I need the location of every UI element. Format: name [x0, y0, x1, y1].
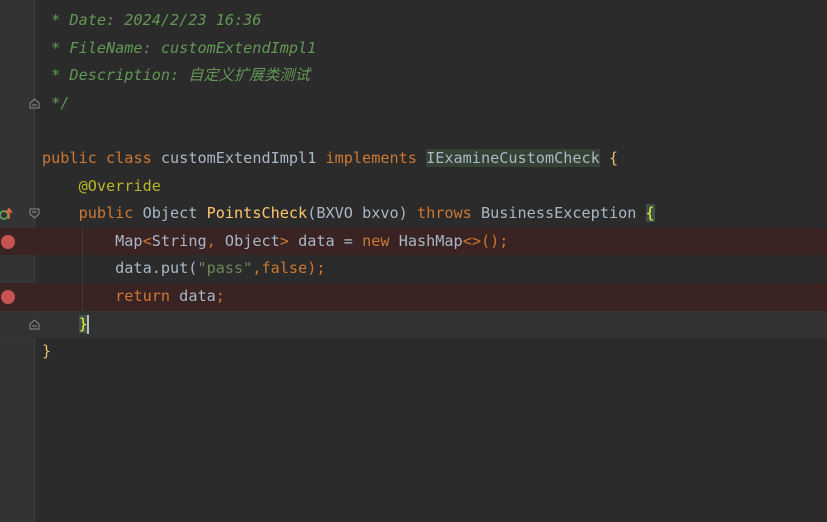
code-text[interactable]: Map<String, Object> data = new HashMap<>… — [42, 228, 508, 256]
code-token: "pass" — [197, 259, 253, 278]
code-token: * FileName: customExtendImpl1 — [42, 38, 317, 57]
breakpoint-icon[interactable] — [1, 234, 15, 249]
code-text[interactable]: @Override — [42, 173, 161, 201]
code-token: Object — [142, 204, 207, 223]
code-line[interactable]: Map<String, Object> data = new HashMap<>… — [0, 227, 827, 256]
code-token: * Date: 2024/2/23 16:36 — [42, 11, 262, 29]
code-text[interactable]: * Description: 自定义扩展类测试 — [42, 62, 310, 90]
code-token: IExamineCustomCheck — [426, 148, 600, 167]
code-token: implements — [325, 148, 427, 167]
code-token: String — [151, 231, 207, 250]
code-text[interactable]: return data; — [42, 283, 225, 311]
code-token: data — [179, 286, 216, 305]
fold-icon[interactable] — [29, 208, 40, 219]
code-token: BusinessException — [480, 204, 646, 223]
text-cursor — [86, 314, 89, 334]
code-text[interactable]: public class customExtendImpl1 implement… — [42, 145, 618, 173]
code-line[interactable]: * Date: 2024/2/23 16:36 — [0, 7, 827, 35]
code-token: HashMap — [398, 231, 463, 250]
code-line[interactable]: public class customExtendImpl1 implement… — [0, 145, 827, 173]
code-token: data.put( — [42, 259, 198, 278]
code-token: <>(); — [462, 231, 509, 250]
code-token: @Override — [78, 176, 161, 195]
code-token: ); — [307, 259, 326, 278]
code-token: > — [279, 231, 299, 250]
code-token: throws — [416, 204, 481, 223]
code-text[interactable]: } — [42, 311, 89, 339]
code-lines[interactable]: * Date: 2024/2/23 16:36 * FileName: cust… — [0, 7, 827, 366]
code-line[interactable]: } — [0, 310, 827, 339]
code-token: } — [42, 342, 52, 361]
code-text[interactable]: data.put("pass",false); — [42, 255, 326, 283]
code-editor[interactable]: * Date: 2024/2/23 16:36 * FileName: cust… — [0, 0, 827, 522]
fold-icon[interactable] — [29, 98, 40, 109]
code-token: public — [42, 148, 107, 167]
code-line[interactable]: } — [0, 338, 827, 366]
code-line[interactable]: * Description: 自定义扩展类测试 — [0, 62, 827, 90]
code-token: class — [106, 148, 161, 167]
code-line[interactable]: */ — [0, 90, 827, 118]
code-line[interactable]: data.put("pass",false); — [0, 255, 827, 283]
code-line[interactable]: return data; — [0, 282, 827, 311]
code-text[interactable]: } — [42, 338, 51, 366]
override-gutter-icon[interactable] — [0, 206, 13, 222]
code-token: customExtendImpl1 — [160, 148, 326, 167]
code-token: false — [261, 259, 308, 278]
code-token: ; — [215, 286, 225, 305]
code-text[interactable]: * FileName: customExtendImpl1 — [42, 35, 316, 63]
code-token: */ — [42, 93, 70, 112]
breakpoint-icon[interactable] — [1, 289, 15, 304]
code-line[interactable] — [0, 117, 827, 145]
code-token: Object — [224, 231, 280, 250]
code-token: data = — [298, 231, 363, 250]
code-token: (BXVO bxvo) — [307, 204, 417, 223]
code-token: , — [206, 231, 225, 250]
code-token: public — [78, 204, 143, 223]
code-token: new — [362, 231, 399, 250]
code-line[interactable]: @Override — [0, 173, 827, 201]
code-text[interactable]: */ — [42, 90, 69, 118]
code-token: return — [115, 286, 180, 305]
code-token: * Description: 自定义扩展类测试 — [42, 66, 310, 85]
code-text[interactable]: public Object PointsCheck(BXVO bxvo) thr… — [42, 200, 655, 228]
code-text[interactable]: * Date: 2024/2/23 16:36 — [42, 7, 261, 35]
code-token: { — [645, 204, 655, 223]
code-token: < — [142, 231, 152, 250]
code-line[interactable]: * FileName: customExtendImpl1 — [0, 35, 827, 63]
code-token: PointsCheck — [206, 204, 308, 223]
code-token: { — [599, 148, 619, 167]
code-line[interactable]: public Object PointsCheck(BXVO bxvo) thr… — [0, 200, 827, 228]
fold-icon[interactable] — [29, 318, 40, 330]
code-token: Map — [42, 231, 143, 250]
